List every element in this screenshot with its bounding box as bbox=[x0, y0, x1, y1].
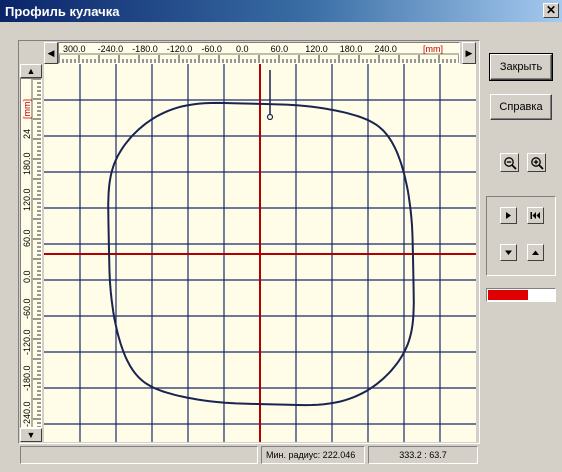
vruler-tick-label: -180.0 bbox=[22, 365, 32, 391]
zoom-in-icon bbox=[530, 156, 544, 170]
status-coordinates: 333.2 : 63.7 bbox=[368, 446, 478, 464]
close-icon: ✕ bbox=[545, 3, 557, 17]
hruler-tick-label: 0.0 bbox=[236, 44, 249, 54]
arrow-up-icon bbox=[532, 250, 539, 255]
vruler-tick-label: 120.0 bbox=[22, 188, 32, 211]
arrow-down-small-icon: ▼ bbox=[26, 430, 36, 440]
vruler-unit-label: [mm] bbox=[22, 99, 32, 119]
arrow-up-small-icon: ▲ bbox=[26, 66, 36, 76]
close-button[interactable]: Закрыть bbox=[489, 53, 553, 81]
status-min-radius: Мин. радиус: 222.046 bbox=[261, 446, 365, 464]
status-left bbox=[20, 446, 258, 464]
horizontal-ruler-bar: ◀ 300.0 -240.0 -180.0 -120.0 -60.0 0.0 60.0 120… bbox=[44, 42, 476, 64]
scroll-left-button[interactable]: ◀ bbox=[44, 42, 58, 64]
vruler-tick-label: 60.0 bbox=[22, 229, 32, 247]
hruler-unit-label: [mm] bbox=[423, 44, 443, 54]
rewind-button[interactable] bbox=[527, 207, 544, 224]
zoom-out-icon bbox=[503, 156, 517, 170]
horizontal-ruler: 300.0 -240.0 -180.0 -120.0 -60.0 0.0 60.0 120.0… bbox=[58, 42, 460, 64]
follower-point bbox=[266, 113, 274, 121]
vruler-tick-label: 180.0 bbox=[22, 152, 32, 175]
vertical-ruler: [mm] 24 180.0 120.0 60.0 0.0 -60.0 -120.0 -180.0… bbox=[20, 78, 42, 428]
vertical-ruler-svg: [mm] 24 180.0 120.0 60.0 0.0 -60.0 -120.0 -180.0… bbox=[22, 78, 41, 428]
arrow-down-icon bbox=[505, 250, 512, 255]
rewind-icon bbox=[530, 212, 540, 219]
scroll-down-button[interactable]: ▼ bbox=[20, 428, 42, 442]
play-icon bbox=[506, 212, 511, 219]
step-up-button[interactable] bbox=[527, 244, 544, 261]
cam-profile-svg bbox=[44, 64, 476, 442]
vruler-tick-label: 24 bbox=[22, 129, 32, 139]
arrow-right-icon: ▶ bbox=[465, 47, 473, 58]
vruler-tick-label: -240.0 bbox=[22, 401, 32, 427]
progress-bar bbox=[486, 288, 556, 302]
vertical-ruler-bar: ▲ [mm] 24 180.0 120.0 60.0 0.0 -60.0 -120.0 -180… bbox=[20, 64, 42, 442]
hruler-tick-label: -180.0 bbox=[132, 44, 158, 54]
horizontal-ruler-svg: 300.0 -240.0 -180.0 -120.0 -60.0 0.0 60.0 120.0… bbox=[58, 44, 460, 63]
vruler-tick-label: -60.0 bbox=[22, 298, 32, 319]
play-button[interactable] bbox=[500, 207, 517, 224]
window-titlebar: Профиль кулачка ✕ bbox=[0, 0, 562, 22]
hruler-tick-label: -120.0 bbox=[167, 44, 193, 54]
zoom-in-button[interactable] bbox=[527, 153, 546, 172]
arrow-left-icon: ◀ bbox=[47, 47, 55, 58]
hruler-tick-label: 180.0 bbox=[340, 44, 363, 54]
cam-profile-plot[interactable] bbox=[44, 64, 476, 442]
help-button[interactable]: Справка bbox=[490, 94, 552, 120]
hruler-tick-label: 240.0 bbox=[374, 44, 397, 54]
vruler-tick-label: -120.0 bbox=[22, 329, 32, 355]
progress-fill bbox=[488, 290, 528, 300]
step-down-button[interactable] bbox=[500, 244, 517, 261]
close-window-button[interactable]: ✕ bbox=[543, 3, 559, 18]
hruler-tick-label: 60.0 bbox=[271, 44, 289, 54]
hruler-tick-label: 120.0 bbox=[305, 44, 328, 54]
window-title: Профиль кулачка bbox=[5, 3, 120, 19]
hruler-tick-label: 300.0 bbox=[63, 44, 86, 54]
navigation-group bbox=[486, 196, 556, 276]
scroll-up-button[interactable]: ▲ bbox=[20, 64, 42, 78]
hruler-tick-label: -240.0 bbox=[98, 44, 124, 54]
zoom-out-button[interactable] bbox=[500, 153, 519, 172]
scroll-right-button[interactable]: ▶ bbox=[462, 42, 476, 64]
vruler-tick-label: 0.0 bbox=[22, 270, 32, 283]
hruler-tick-label: -60.0 bbox=[201, 44, 222, 54]
